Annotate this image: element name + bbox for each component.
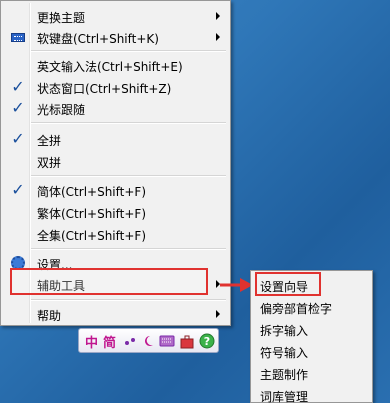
checkmark-icon: ✓ (11, 129, 25, 148)
menu-item-label: 简体(Ctrl+Shift+F) (37, 185, 147, 199)
red-arrow-icon (220, 278, 253, 292)
checkmark-icon: ✓ (11, 180, 25, 199)
submenu-item-symbol-input[interactable]: 符号输入 (253, 340, 370, 362)
submenu-item-lexicon-manager[interactable]: 词库管理 (253, 384, 370, 403)
menu-separator (31, 122, 226, 124)
submenu-item-label: 拆字输入 (260, 324, 309, 338)
menu-item-label: 状态窗口(Ctrl+Shift+Z) (37, 82, 172, 96)
menu-item-english-input[interactable]: 英文输入法(Ctrl+Shift+E) (3, 54, 228, 76)
menu-item-label: 更换主题 (37, 11, 86, 25)
keyboard-icon (11, 33, 25, 42)
menu-item-traditional[interactable]: 繁体(Ctrl+Shift+F) (3, 201, 228, 223)
menu-item-label: 帮助 (37, 309, 62, 323)
menu-item-label: 光标跟随 (37, 103, 86, 117)
submenu-item-theme-maker[interactable]: 主题制作 (253, 362, 370, 384)
submenu-item-radical-lookup[interactable]: 偏旁部首检字 (253, 296, 370, 318)
menu-item-simplified[interactable]: ✓ 简体(Ctrl+Shift+F) (3, 179, 228, 201)
submenu-arrow-icon (216, 33, 220, 41)
menu-item-double-pinyin[interactable]: 双拼 (3, 150, 228, 172)
menu-separator (31, 50, 226, 52)
menu-item-cursor-follow[interactable]: ✓ 光标跟随 (3, 97, 228, 119)
menu-item-help[interactable]: 帮助 (3, 303, 228, 325)
menu-separator (31, 299, 226, 301)
checkmark-icon: ✓ (11, 98, 25, 117)
setup-wizard-highlight (255, 272, 321, 296)
checkmark-icon: ✓ (11, 77, 25, 96)
submenu-item-label: 偏旁部首检字 (260, 302, 333, 316)
toolbox-icon[interactable] (179, 334, 195, 350)
submenu-item-label: 词库管理 (260, 390, 309, 403)
simplified-mode-toggle[interactable]: 简 (103, 332, 116, 351)
help-icon[interactable]: ? (199, 333, 215, 349)
punctuation-icon[interactable] (123, 335, 139, 347)
menu-separator (31, 175, 226, 177)
menu-separator (31, 248, 226, 250)
soft-keyboard-icon[interactable] (159, 335, 175, 347)
chinese-mode-toggle[interactable]: 中 (85, 332, 98, 351)
menu-item-change-theme[interactable]: 更换主题 (3, 5, 228, 27)
menu-item-soft-keyboard[interactable]: 软键盘(Ctrl+Shift+K) (3, 26, 228, 48)
menu-item-label: 英文输入法(Ctrl+Shift+E) (37, 60, 183, 74)
moon-icon[interactable] (141, 334, 155, 348)
submenu-arrow-icon (216, 12, 220, 20)
menu-item-full-set[interactable]: 全集(Ctrl+Shift+F) (3, 223, 228, 245)
submenu-arrow-icon (216, 310, 220, 318)
submenu-item-label: 符号输入 (260, 346, 309, 360)
ime-status-bar: 中 简 ? (78, 328, 219, 353)
menu-item-label: 繁体(Ctrl+Shift+F) (37, 207, 147, 221)
menu-item-label: 全集(Ctrl+Shift+F) (37, 229, 147, 243)
aux-tools-highlight (10, 268, 208, 295)
submenu-item-label: 主题制作 (260, 368, 309, 382)
menu-item-label: 双拼 (37, 156, 62, 170)
menu-item-status-window[interactable]: ✓ 状态窗口(Ctrl+Shift+Z) (3, 76, 228, 98)
submenu-item-split-input[interactable]: 拆字输入 (253, 318, 370, 340)
menu-item-full-pinyin[interactable]: ✓ 全拼 (3, 128, 228, 150)
svg-text:?: ? (204, 335, 210, 348)
menu-item-label: 全拼 (37, 134, 62, 148)
menu-item-label: 软键盘(Ctrl+Shift+K) (37, 32, 159, 46)
